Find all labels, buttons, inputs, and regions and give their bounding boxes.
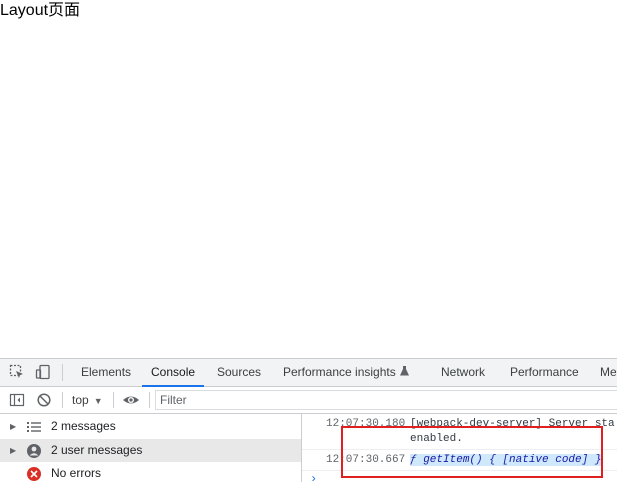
- eye-icon[interactable]: [122, 392, 139, 408]
- sidebar-item-messages[interactable]: ▶ 2 messages: [0, 415, 301, 438]
- console-filter-input[interactable]: [155, 390, 617, 410]
- context-selector[interactable]: top ▼: [72, 393, 103, 407]
- console-sidebar: ▶ 2 messages ▶ 2 user messages No errors: [0, 414, 302, 482]
- caret-down-icon: ▼: [93, 396, 103, 406]
- tab-performance-insights-label: Performance insights: [283, 365, 396, 379]
- sidebar-item-label: No errors: [51, 466, 102, 480]
- message-text-continuation: enabled.: [410, 433, 463, 445]
- function-signature: getItem() { [native code] }: [416, 454, 602, 466]
- clear-console-icon[interactable]: [36, 392, 52, 408]
- tab-memory[interactable]: Me: [600, 359, 617, 386]
- message-divider: [302, 470, 617, 471]
- sidebar-item-user-messages[interactable]: ▶ 2 user messages: [0, 439, 301, 462]
- expand-arrow-icon[interactable]: ▶: [10, 415, 16, 438]
- filterbar-divider: [62, 392, 63, 408]
- sidebar-item-errors[interactable]: No errors: [0, 462, 301, 482]
- user-icon: [26, 443, 42, 459]
- inspect-element-icon[interactable]: [9, 364, 25, 380]
- devtools-tabbar: Elements Console Sources Performance ins…: [0, 359, 617, 387]
- flask-icon: [399, 360, 409, 387]
- context-selector-label: top: [72, 393, 89, 407]
- filterbar-divider: [113, 392, 114, 408]
- list-icon: [26, 419, 42, 435]
- tab-console[interactable]: Console: [141, 359, 205, 387]
- filterbar-divider: [149, 392, 150, 408]
- message-divider: [302, 449, 617, 450]
- devtools-panel: Elements Console Sources Performance ins…: [0, 358, 617, 482]
- message-timestamp: 12:07:30.667: [326, 454, 406, 466]
- tab-sources[interactable]: Sources: [217, 359, 261, 386]
- tab-elements[interactable]: Elements: [81, 359, 131, 386]
- message-timestamp: 12:07:30.180: [326, 418, 406, 430]
- error-icon: [26, 466, 42, 482]
- sidebar-item-label: 2 user messages: [51, 443, 143, 457]
- console-output: 12:07:30.180 [webpack-dev-server] Server…: [302, 414, 617, 482]
- device-toolbar-icon[interactable]: [35, 364, 51, 380]
- page-heading: Layout页面: [0, 2, 81, 19]
- tab-network[interactable]: Network: [441, 359, 485, 386]
- expand-arrow-icon[interactable]: ▶: [10, 439, 16, 462]
- message-text[interactable]: [webpack-dev-server] Server sta: [410, 418, 615, 430]
- console-filterbar: top ▼: [0, 387, 617, 414]
- function-prefix: ƒ: [410, 454, 417, 466]
- tab-performance-insights[interactable]: Performance insights: [283, 359, 409, 386]
- toolbar-divider: [62, 364, 63, 381]
- sidebar-item-label: 2 messages: [51, 419, 116, 433]
- function-output[interactable]: ƒ getItem() { [native code] }: [410, 454, 602, 466]
- sidebar-toggle-icon[interactable]: [9, 392, 25, 408]
- tab-performance[interactable]: Performance: [510, 359, 579, 386]
